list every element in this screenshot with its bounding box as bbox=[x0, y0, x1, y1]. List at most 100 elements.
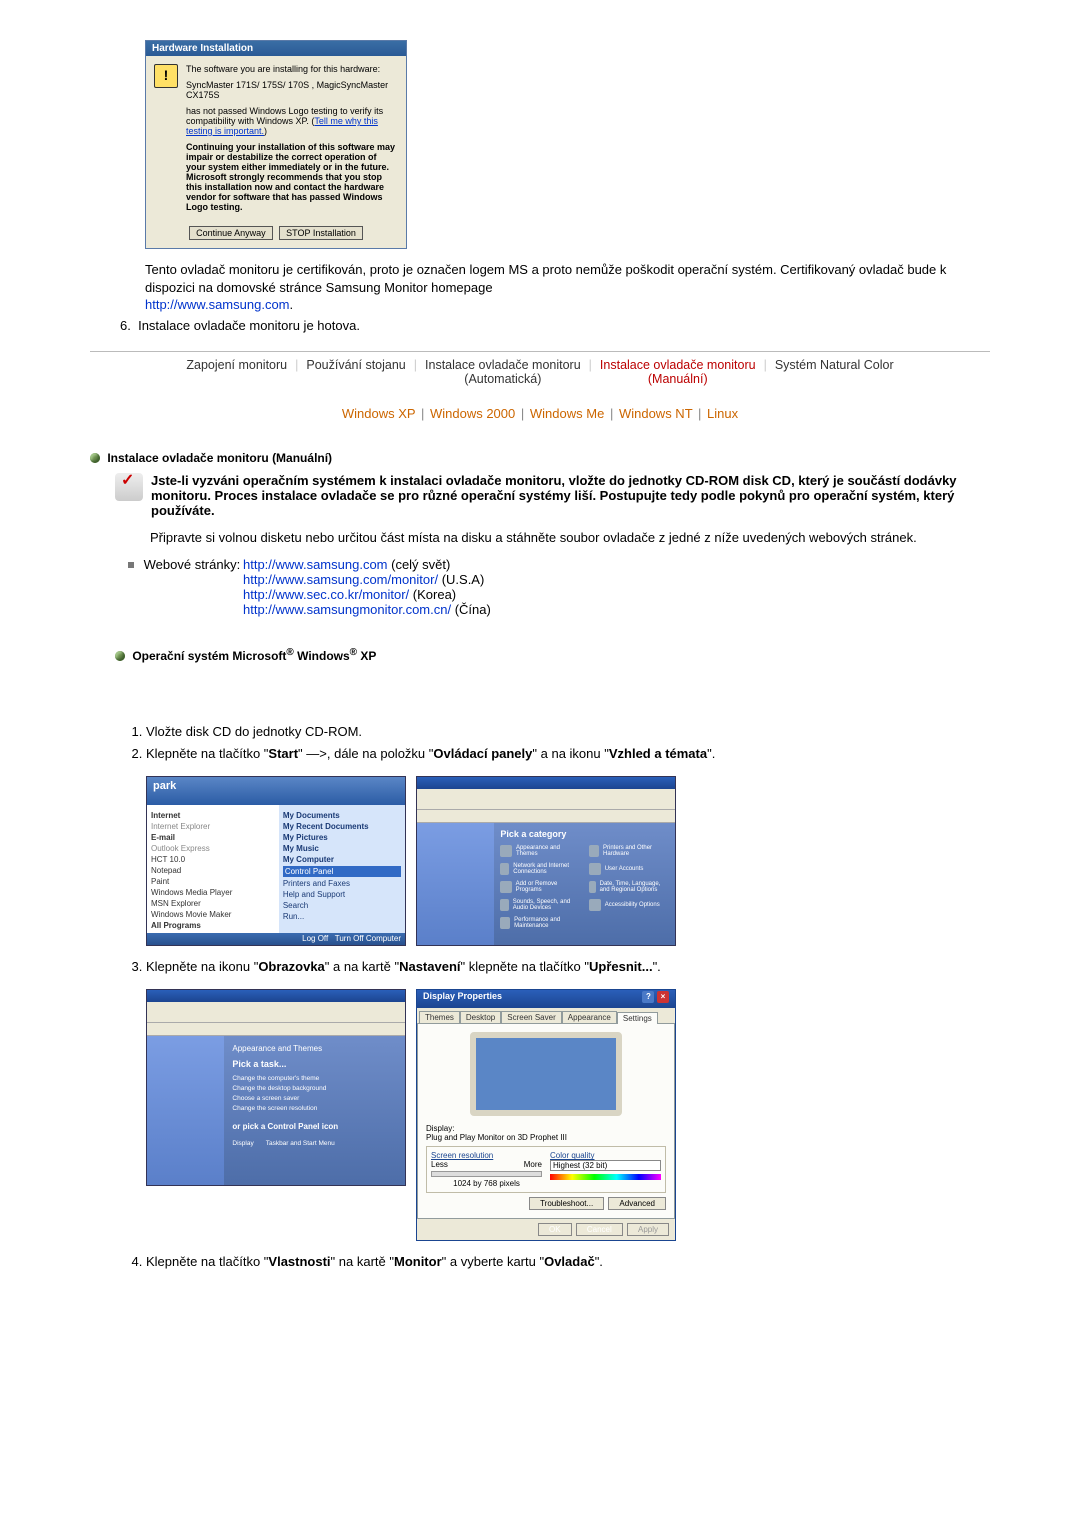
notice-box: Jste-li vyzváni operačním systémem k ins… bbox=[115, 473, 990, 518]
at-icon-display: Display bbox=[232, 1140, 253, 1147]
instr-4: Klepněte na tlačítko "Vlastnosti" na kar… bbox=[146, 1253, 990, 1271]
cp-cat-access: Accessibility Options bbox=[589, 899, 669, 911]
warn-device: SyncMaster 171S/ 175S/ 170S , MagicSyncM… bbox=[186, 80, 398, 100]
sm-run: Run... bbox=[283, 912, 401, 921]
tab-wiring[interactable]: Zapojení monitoru bbox=[186, 358, 287, 386]
weblinks: Webové stránky: http://www.samsung.com (… bbox=[128, 557, 990, 617]
hardware-installation-dialog: Hardware Installation ! The software you… bbox=[145, 40, 407, 249]
cp-title bbox=[417, 777, 675, 789]
link-sec-korea[interactable]: http://www.sec.co.kr/monitor/ bbox=[243, 587, 409, 602]
help-icon: ? bbox=[642, 991, 654, 1003]
sm-recent: My Recent Documents bbox=[283, 822, 401, 831]
dp-title: Display Properties bbox=[423, 991, 502, 1007]
instruction-list-cont: Klepněte na ikonu "Obrazovka" a na kartě… bbox=[128, 958, 990, 976]
dp-cancel-button: Cancel bbox=[576, 1223, 623, 1236]
tab-driver-auto[interactable]: Instalace ovladače monitoru (Automatická… bbox=[425, 358, 581, 386]
color-strip-icon bbox=[550, 1174, 661, 1180]
link-winme[interactable]: Windows Me bbox=[530, 406, 604, 421]
sm-msn: MSN Explorer bbox=[151, 899, 275, 908]
startmenu-screenshot: park Internet Internet Explorer E-mail O… bbox=[146, 776, 406, 946]
dp-tab-appearance: Appearance bbox=[562, 1011, 617, 1023]
os-links: Windows XP | Windows 2000 | Windows Me |… bbox=[90, 406, 990, 421]
dp-ok-button: OK bbox=[538, 1223, 572, 1236]
cp-pick: Pick a category bbox=[500, 829, 669, 839]
cert-paragraph: Tento ovladač monitoru je certifikován, … bbox=[145, 261, 980, 314]
link-linux[interactable]: Linux bbox=[707, 406, 738, 421]
instr-3: Klepněte na ikonu "Obrazovka" a na kartě… bbox=[146, 958, 990, 976]
section-manual-install: Instalace ovladače monitoru (Manuální) bbox=[90, 451, 990, 465]
dp-apply-button: Apply bbox=[627, 1223, 669, 1236]
dp-tab-settings: Settings bbox=[617, 1012, 658, 1024]
warn-line1: The software you are installing for this… bbox=[186, 64, 398, 74]
link-samsung-usa[interactable]: http://www.samsung.com/monitor/ bbox=[243, 572, 438, 587]
prepare-paragraph: Připravte si volnou disketu nebo určitou… bbox=[150, 530, 990, 545]
stop-installation-button[interactable]: STOP Installation bbox=[279, 226, 363, 240]
samsung-home-link[interactable]: http://www.samsung.com bbox=[145, 297, 290, 312]
at-icon-taskbar: Taskbar and Start Menu bbox=[266, 1140, 335, 1147]
warn-logo: has not passed Windows Logo testing to v… bbox=[186, 106, 398, 136]
sm-controlpanel: Control Panel bbox=[283, 866, 401, 877]
warn-bold: Continuing your installation of this sof… bbox=[186, 142, 398, 212]
at-orpick: or pick a Control Panel icon bbox=[232, 1122, 397, 1131]
resolution-slider bbox=[431, 1171, 542, 1177]
appearance-themes-screenshot: Appearance and Themes Pick a task... Cha… bbox=[146, 989, 406, 1186]
sm-mypics: My Pictures bbox=[283, 833, 401, 842]
dp-tab-themes: Themes bbox=[419, 1011, 460, 1023]
dp-res-value: 1024 by 768 pixels bbox=[431, 1179, 542, 1188]
cp-cat-perf: Performance and Maintenance bbox=[500, 917, 580, 929]
sm-internet: Internet bbox=[151, 811, 275, 820]
divider bbox=[90, 351, 990, 352]
warning-icon: ! bbox=[154, 64, 178, 88]
sm-printers: Printers and Faxes bbox=[283, 879, 401, 888]
sm-mymusic: My Music bbox=[283, 844, 401, 853]
sm-allprogs: All Programs bbox=[151, 921, 275, 930]
link-winnt[interactable]: Windows NT bbox=[619, 406, 692, 421]
cp-cat-printers: Printers and Other Hardware bbox=[589, 845, 669, 857]
at-task3: Choose a screen saver bbox=[232, 1095, 397, 1102]
cp-cat-date: Date, Time, Language, and Regional Optio… bbox=[589, 881, 669, 893]
weblinks-label: Webové stránky: bbox=[144, 557, 241, 572]
sm-shutdown: Turn Off Computer bbox=[335, 934, 401, 943]
instr-2: Klepněte na tlačítko "Start" —>, dále na… bbox=[146, 745, 990, 763]
dp-tab-desktop: Desktop bbox=[460, 1011, 501, 1023]
at-task2: Change the desktop background bbox=[232, 1085, 397, 1092]
sm-paint: Paint bbox=[151, 877, 275, 886]
section-nav: Zapojení monitoru | Používání stojanu | … bbox=[90, 358, 990, 386]
dp-troubleshoot-button: Troubleshoot... bbox=[529, 1197, 604, 1210]
link-winxp[interactable]: Windows XP bbox=[342, 406, 415, 421]
tab-driver-manual[interactable]: Instalace ovladače monitoru (Manuální) bbox=[600, 358, 756, 386]
link-samsung-world[interactable]: http://www.samsung.com bbox=[243, 557, 388, 572]
notice-icon bbox=[115, 473, 143, 501]
sm-search: Search bbox=[283, 901, 401, 910]
instruction-list: Vložte disk CD do jednotky CD-ROM. Klepn… bbox=[128, 723, 990, 763]
controlpanel-screenshot: Pick a category Appearance and Themes Pr… bbox=[416, 776, 676, 946]
sm-email: E-mail bbox=[151, 833, 275, 842]
bullet-icon bbox=[90, 453, 100, 463]
link-samsung-china[interactable]: http://www.samsungmonitor.com.cn/ bbox=[243, 602, 451, 617]
dp-res-label: Screen resolution bbox=[431, 1151, 542, 1160]
sm-hct: HCT 10.0 bbox=[151, 855, 275, 864]
sm-help: Help and Support bbox=[283, 890, 401, 899]
section-os-xp: Operační systém Microsoft® Windows® XP bbox=[115, 647, 990, 663]
notice-text: Jste-li vyzváni operačním systémem k ins… bbox=[151, 473, 990, 518]
dp-cq-value: Highest (32 bit) bbox=[550, 1160, 661, 1171]
instruction-list-cont2: Klepněte na tlačítko "Vlastnosti" na kar… bbox=[128, 1253, 990, 1271]
sm-notepad: Notepad bbox=[151, 866, 275, 875]
tab-natural-color[interactable]: Systém Natural Color bbox=[775, 358, 894, 386]
at-crumb: Appearance and Themes bbox=[232, 1044, 397, 1053]
dialog-title: Hardware Installation bbox=[146, 41, 406, 56]
continue-anyway-button[interactable]: Continue Anyway bbox=[189, 226, 273, 240]
tab-stand[interactable]: Používání stojanu bbox=[306, 358, 405, 386]
sm-mycomp: My Computer bbox=[283, 855, 401, 864]
at-picktask: Pick a task... bbox=[232, 1059, 397, 1069]
sm-mydocs: My Documents bbox=[283, 811, 401, 820]
cp-cat-network: Network and Internet Connections bbox=[500, 863, 580, 875]
display-properties-screenshot: Display Properties ? × Themes Desktop Sc… bbox=[416, 989, 676, 1241]
link-win2000[interactable]: Windows 2000 bbox=[430, 406, 515, 421]
dp-less: Less bbox=[431, 1160, 448, 1169]
cp-cat-appearance: Appearance and Themes bbox=[500, 845, 580, 857]
dp-advanced-button: Advanced bbox=[608, 1197, 666, 1210]
small-bullet-icon bbox=[128, 562, 134, 568]
sm-wmp: Windows Media Player bbox=[151, 888, 275, 897]
cp-cat-users: User Accounts bbox=[589, 863, 669, 875]
